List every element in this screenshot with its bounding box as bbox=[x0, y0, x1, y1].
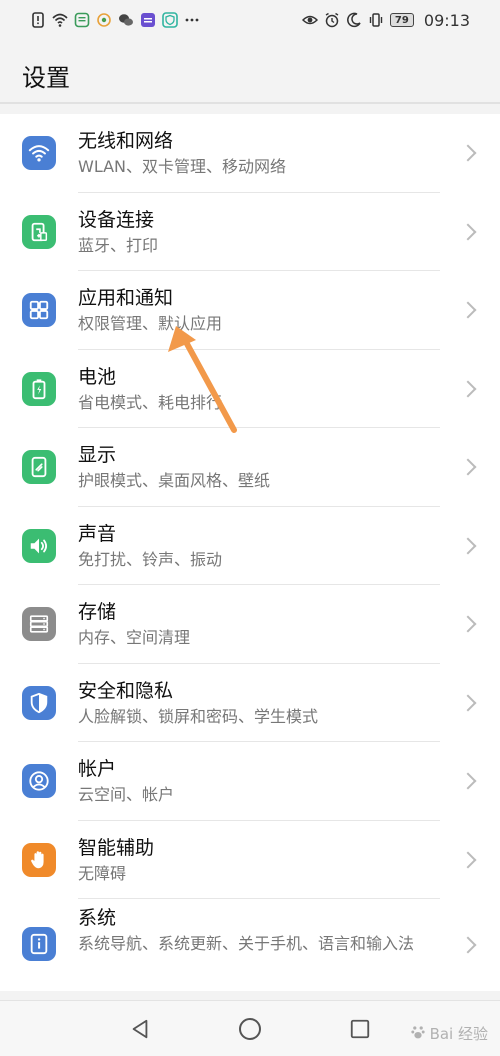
chevron-right-icon bbox=[459, 380, 477, 398]
settings-item-account[interactable]: 帐户 云空间、帐户 bbox=[0, 742, 500, 821]
wechat-icon bbox=[118, 12, 134, 28]
settings-item-text: 无线和网络 WLAN、双卡管理、移动网络 bbox=[78, 128, 440, 193]
settings-item-title: 显示 bbox=[78, 444, 117, 466]
settings-item-system[interactable]: 系统 系统导航、系统更新、关于手机、语言和输入法 bbox=[0, 899, 500, 991]
settings-item-subtitle: 省电模式、耗电排行 bbox=[78, 392, 223, 412]
settings-item-subtitle: 人脸解锁、锁屏和密码、学生模式 bbox=[78, 706, 319, 726]
home-circle-icon[interactable] bbox=[238, 1017, 262, 1041]
account-icon bbox=[22, 764, 56, 799]
settings-item-text: 应用和通知 权限管理、默认应用 bbox=[78, 285, 440, 350]
settings-item-subtitle: 护眼模式、桌面风格、壁纸 bbox=[78, 471, 271, 490]
settings-list: 无线和网络 WLAN、双卡管理、移动网络 设备连接 蓝牙、打印 应用和通知 权限… bbox=[0, 114, 500, 991]
settings-item-subtitle: 权限管理、默认应用 bbox=[78, 314, 223, 333]
chevron-right-icon bbox=[459, 537, 477, 555]
paw-logo-icon bbox=[410, 1024, 426, 1044]
settings-item-storage[interactable]: 存储 内存、空间清理 bbox=[0, 585, 500, 664]
title-divider bbox=[0, 102, 500, 104]
settings-item-text: 帐户 云空间、帐户 bbox=[78, 756, 440, 821]
security-app-icon bbox=[162, 12, 178, 28]
settings-item-text: 存储 内存、空间清理 bbox=[78, 599, 440, 664]
status-time: 09:13 bbox=[423, 10, 470, 30]
status-bar-left bbox=[30, 12, 200, 28]
app-notification-icon bbox=[96, 12, 112, 28]
settings-item-title: 电池 bbox=[78, 365, 117, 388]
chevron-right-icon bbox=[459, 223, 477, 241]
eye-comfort-icon bbox=[301, 12, 318, 28]
chevron-right-icon bbox=[459, 851, 477, 869]
vibrate-icon bbox=[368, 12, 384, 28]
settings-item-device-connection[interactable]: 设备连接 蓝牙、打印 bbox=[0, 193, 500, 271]
recents-square-icon[interactable] bbox=[348, 1017, 372, 1041]
settings-item-text: 显示 护眼模式、桌面风格、壁纸 bbox=[78, 442, 440, 507]
chevron-right-icon bbox=[459, 458, 477, 476]
hand-icon bbox=[22, 842, 56, 877]
settings-item-wireless-network[interactable]: 无线和网络 WLAN、双卡管理、移动网络 bbox=[0, 114, 500, 193]
settings-item-text: 智能辅助 无障碍 bbox=[78, 835, 440, 899]
chevron-right-icon bbox=[459, 144, 477, 162]
settings-item-title: 无线和网络 bbox=[78, 130, 174, 152]
page-title: 设置 bbox=[22, 64, 70, 92]
app-notification-icon bbox=[140, 12, 156, 28]
back-triangle-icon[interactable] bbox=[128, 1017, 152, 1041]
chevron-right-icon bbox=[459, 936, 477, 954]
wifi-icon bbox=[22, 136, 56, 171]
alert-icon bbox=[30, 12, 46, 28]
settings-item-smart-assistance[interactable]: 智能辅助 无障碍 bbox=[0, 821, 500, 899]
settings-item-subtitle: WLAN、双卡管理、移动网络 bbox=[78, 157, 287, 176]
settings-item-title: 安全和隐私 bbox=[78, 679, 174, 702]
settings-item-subtitle: 内存、空间清理 bbox=[78, 628, 191, 647]
shield-icon bbox=[22, 685, 56, 720]
settings-item-title: 存储 bbox=[78, 601, 117, 623]
do-not-disturb-moon-icon bbox=[346, 12, 362, 28]
settings-item-subtitle: 无障碍 bbox=[78, 863, 127, 883]
chevron-right-icon bbox=[459, 301, 477, 319]
settings-item-text: 设备连接 蓝牙、打印 bbox=[78, 207, 440, 271]
more-icon bbox=[184, 12, 200, 28]
settings-item-title: 声音 bbox=[78, 522, 117, 545]
device-connect-icon bbox=[22, 214, 56, 249]
settings-item-title: 应用和通知 bbox=[78, 287, 174, 309]
settings-item-title: 系统 bbox=[78, 907, 117, 929]
display-icon bbox=[22, 450, 56, 485]
settings-item-subtitle: 免打扰、铃声、振动 bbox=[78, 549, 223, 569]
chevron-right-icon bbox=[459, 615, 477, 633]
settings-item-subtitle: 系统导航、系统更新、关于手机、语言和输入法 bbox=[78, 934, 415, 953]
status-bar: 79 09:13 bbox=[0, 0, 500, 40]
system-info-icon bbox=[22, 927, 56, 961]
watermark-text: Bai 经验 bbox=[429, 1025, 488, 1043]
sound-icon bbox=[22, 528, 56, 563]
settings-item-text: 安全和隐私 人脸解锁、锁屏和密码、学生模式 bbox=[78, 678, 440, 742]
apps-icon bbox=[22, 293, 56, 328]
chevron-right-icon bbox=[459, 694, 477, 712]
settings-item-sound[interactable]: 声音 免打扰、铃声、振动 bbox=[0, 507, 500, 585]
battery-icon bbox=[22, 371, 56, 406]
watermark: Bai 经验 bbox=[410, 1023, 488, 1044]
settings-item-display[interactable]: 显示 护眼模式、桌面风格、壁纸 bbox=[0, 428, 500, 507]
settings-item-text: 电池 省电模式、耗电排行 bbox=[78, 364, 440, 428]
settings-item-title: 智能辅助 bbox=[78, 836, 155, 859]
chevron-right-icon bbox=[459, 772, 477, 790]
wifi-status-icon bbox=[52, 12, 68, 28]
settings-item-title: 帐户 bbox=[78, 758, 117, 780]
settings-item-subtitle: 蓝牙、打印 bbox=[78, 235, 159, 255]
status-bar-right: 79 09:13 bbox=[301, 10, 470, 30]
settings-item-title: 设备连接 bbox=[78, 208, 155, 231]
settings-item-subtitle: 云空间、帐户 bbox=[78, 785, 175, 804]
alarm-icon bbox=[324, 12, 340, 28]
settings-item-text: 系统 系统导航、系统更新、关于手机、语言和输入法 bbox=[78, 905, 440, 983]
settings-item-security-privacy[interactable]: 安全和隐私 人脸解锁、锁屏和密码、学生模式 bbox=[0, 664, 500, 742]
settings-item-text: 声音 免打扰、铃声、振动 bbox=[78, 521, 440, 585]
battery-indicator: 79 bbox=[389, 13, 414, 27]
settings-item-battery[interactable]: 电池 省电模式、耗电排行 bbox=[0, 350, 500, 428]
app-notification-icon bbox=[74, 12, 90, 28]
storage-icon bbox=[22, 607, 56, 642]
settings-item-apps-notifications[interactable]: 应用和通知 权限管理、默认应用 bbox=[0, 271, 500, 350]
